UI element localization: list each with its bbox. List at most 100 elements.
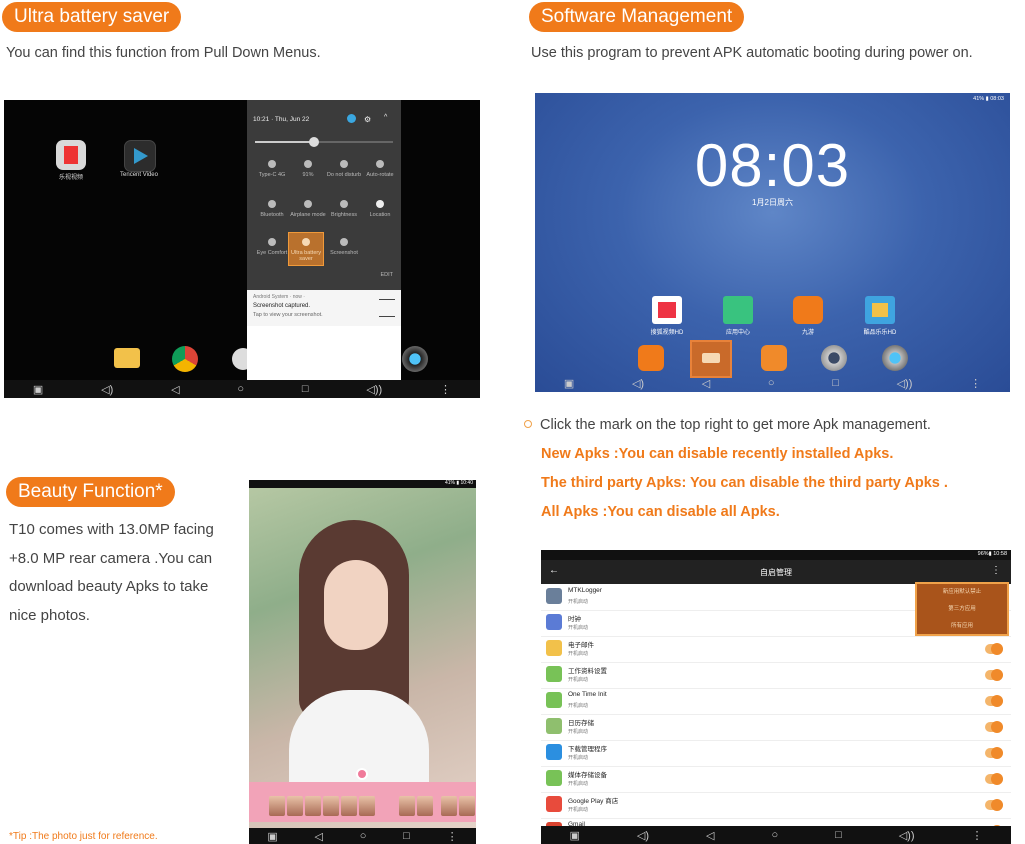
volume-up-icon[interactable]: ◁)): [899, 829, 915, 842]
shade-time: 10:21 · Thu, Jun 22: [253, 116, 310, 123]
app-name: Google Play 商店: [568, 798, 619, 805]
tile-autorotate[interactable]: Auto-rotate: [355, 160, 405, 196]
volume-down-icon[interactable]: ◁): [101, 383, 113, 396]
tile-location[interactable]: Location: [355, 200, 405, 236]
filter-thumb[interactable]: [399, 796, 415, 816]
more-icon[interactable]: ⋮: [440, 383, 451, 396]
battery-saver-app-icon[interactable]: [690, 340, 732, 378]
autostart-toggle[interactable]: [985, 695, 1003, 707]
shutter-button[interactable]: [356, 768, 368, 780]
filter-thumb[interactable]: [459, 796, 475, 816]
menu-new-apps[interactable]: 新应用默认禁止: [917, 584, 1007, 601]
app-row[interactable]: Gmail: [541, 818, 1011, 826]
home-icon[interactable]: ○: [237, 383, 244, 395]
autostart-toggle[interactable]: [985, 799, 1003, 811]
app-name: 媒体存储设备: [568, 772, 607, 779]
home-icon[interactable]: ○: [771, 829, 778, 841]
mail-icon[interactable]: [114, 348, 140, 368]
filter-thumb[interactable]: [417, 796, 433, 816]
volume-down-icon[interactable]: ◁): [637, 829, 649, 842]
settings-gear-icon[interactable]: ⚙: [364, 115, 371, 124]
menu-all-apps[interactable]: 所有应用: [917, 618, 1007, 635]
edit-button[interactable]: EDIT: [380, 272, 393, 278]
recents-icon[interactable]: □: [302, 383, 309, 395]
back-icon[interactable]: ◁: [706, 829, 714, 842]
back-icon[interactable]: ◁: [702, 377, 710, 390]
user-icon[interactable]: [347, 114, 356, 123]
screenshot-notification[interactable]: Android System · now · Screenshot captur…: [247, 290, 401, 326]
screenshot-nav-icon[interactable]: ▣: [33, 383, 43, 396]
app-icon: [546, 692, 562, 708]
volume-down-icon[interactable]: ◁): [632, 377, 644, 390]
upgrade-icon[interactable]: [638, 345, 664, 371]
portrait-photo: [279, 520, 429, 790]
kupin-icon[interactable]: [865, 296, 895, 324]
app-row[interactable]: 工作资料设置 开机启动: [541, 662, 1011, 689]
battery-navbar: ▣ ◁) ◁ ○ □ ◁)) ⋮: [4, 380, 480, 398]
app-icon: [546, 666, 562, 682]
uc-browser-icon[interactable]: [761, 345, 787, 371]
tencent-video-icon[interactable]: [124, 140, 156, 172]
app-row[interactable]: 媒体存储设备 开机启动: [541, 766, 1011, 793]
menu-third-party[interactable]: 第三方应用: [917, 601, 1007, 618]
autostart-toggle[interactable]: [985, 643, 1003, 655]
app-row[interactable]: One Time Init 开机启动: [541, 688, 1011, 715]
more-icon[interactable]: ⋮: [447, 830, 458, 843]
home-icon[interactable]: ○: [360, 830, 367, 842]
overflow-menu: 新应用默认禁止 第三方应用 所有应用: [915, 582, 1009, 636]
volume-up-icon[interactable]: ◁)): [897, 377, 913, 390]
screenshot-nav-icon[interactable]: ▣: [267, 830, 277, 843]
tip-text: *Tip :The photo just for reference.: [9, 831, 158, 842]
autostart-toggle[interactable]: [985, 773, 1003, 785]
autostart-toggle[interactable]: [985, 721, 1003, 733]
notif-title: Screenshot captured.: [253, 303, 311, 309]
more-icon[interactable]: ⋮: [970, 377, 981, 390]
brightness-slider[interactable]: [255, 137, 393, 147]
screenshot-nav-icon[interactable]: ▣: [564, 377, 574, 390]
recents-icon[interactable]: □: [403, 830, 410, 842]
filter-thumb[interactable]: [287, 796, 303, 816]
app-row[interactable]: 日历存储 开机启动: [541, 714, 1011, 741]
letv-app-icon[interactable]: [56, 140, 86, 170]
filter-thumb[interactable]: [441, 796, 457, 816]
home-icon[interactable]: ○: [768, 377, 775, 389]
recents-icon[interactable]: □: [835, 829, 842, 841]
app-row[interactable]: 下载管理程序 开机启动: [541, 740, 1011, 767]
beauty-line: +8.0 MP rear camera .You can: [9, 549, 213, 567]
app-row[interactable]: Google Play 商店 开机启动: [541, 792, 1011, 819]
sohu-icon[interactable]: [652, 296, 682, 324]
volume-up-icon[interactable]: ◁)): [366, 383, 382, 396]
recents-icon[interactable]: □: [832, 377, 839, 389]
filter-thumb[interactable]: [359, 796, 375, 816]
jiuyou-icon[interactable]: [793, 296, 823, 324]
autostart-toggle[interactable]: [985, 747, 1003, 759]
notif-source: Android System · now ·: [253, 294, 305, 300]
app-row[interactable]: 电子邮件 开机启动: [541, 636, 1011, 663]
manager-navbar: ▣ ◁) ◁ ○ □ ◁)) ⋮: [541, 826, 1011, 844]
back-icon[interactable]: ◁: [315, 830, 323, 843]
screenshot-nav-icon[interactable]: ▣: [569, 829, 579, 842]
tile-screenshot[interactable]: Screenshot: [319, 238, 369, 274]
quick-settings-panel: 10:21 · Thu, Jun 22 ⚙ ^ Type-C 4G 91% Do…: [247, 100, 401, 290]
app-icon: [546, 718, 562, 734]
collapse-chevron-icon[interactable]: ^: [384, 114, 387, 121]
camera-app-icon[interactable]: [882, 345, 908, 371]
filter-thumb[interactable]: [305, 796, 321, 816]
app-center-icon[interactable]: [723, 296, 753, 324]
filter-thumb[interactable]: [269, 796, 285, 816]
back-icon[interactable]: ◁: [171, 383, 179, 396]
settings-app-icon[interactable]: [821, 345, 847, 371]
app-autostart-label: 开机启动: [568, 677, 589, 683]
app-icon: [546, 588, 562, 604]
overflow-menu-icon[interactable]: ⋮: [991, 565, 1001, 576]
autostart-toggle[interactable]: [985, 669, 1003, 681]
chrome-icon[interactable]: [172, 346, 198, 372]
beauty-heading: Beauty Function*: [6, 477, 175, 507]
app-label: 应用中心: [725, 330, 750, 336]
filter-thumb[interactable]: [341, 796, 357, 816]
filter-thumb[interactable]: [323, 796, 339, 816]
app-autostart-label: 开机启动: [568, 651, 589, 657]
more-icon[interactable]: ⋮: [972, 829, 983, 842]
camera-icon[interactable]: [402, 346, 428, 372]
app-label: 酷品乐乐HD: [863, 330, 897, 336]
